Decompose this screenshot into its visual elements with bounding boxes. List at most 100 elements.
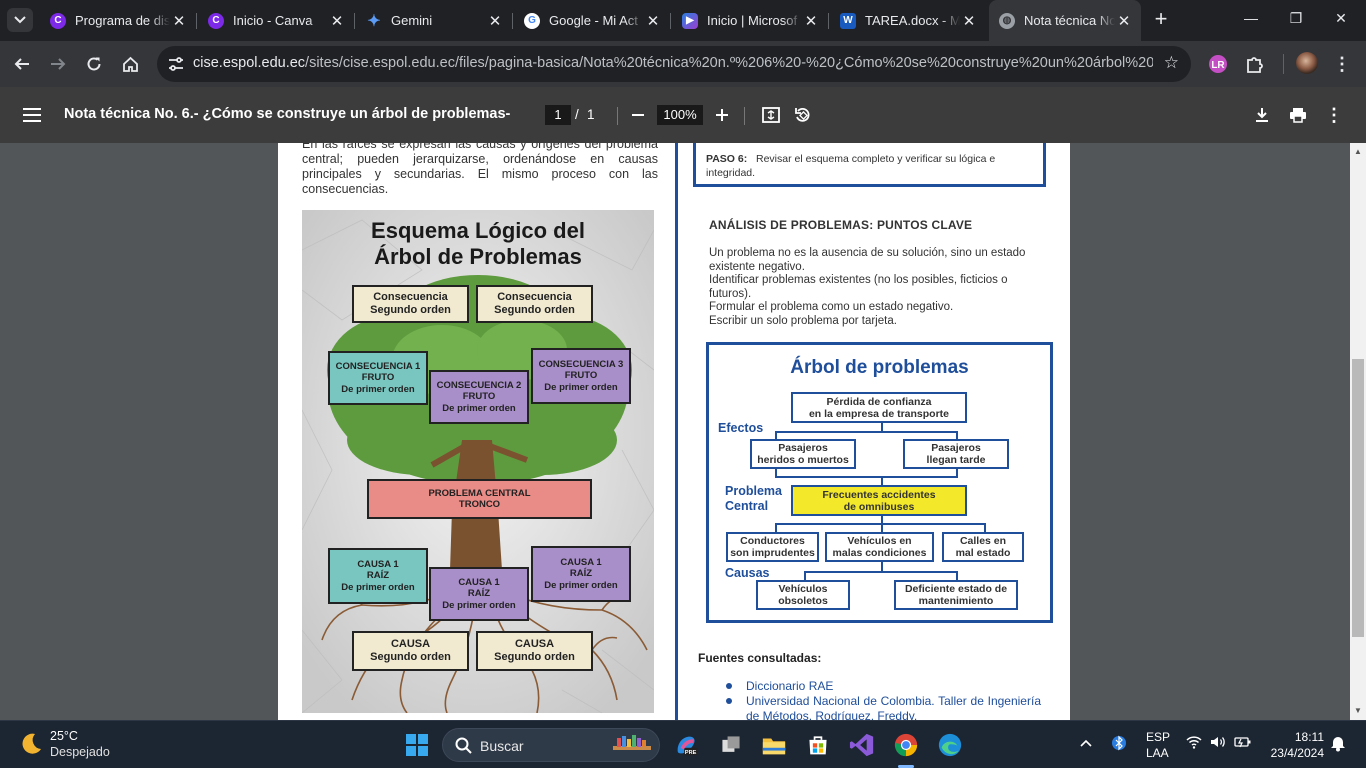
windows-start-icon[interactable] [405,733,429,757]
restore-button[interactable]: ❐ [1286,10,1306,30]
forward-button[interactable] [46,52,70,76]
tab-gemini[interactable]: ✦ Gemini ✕ [356,5,512,36]
reload-icon [87,57,101,71]
tab-separator [828,13,829,29]
fit-page-button[interactable] [760,104,782,126]
show-hidden-icons[interactable] [1080,735,1092,750]
svg-text:PRE: PRE [685,750,697,756]
connector-line [956,571,958,580]
wifi-icon[interactable] [1186,735,1202,752]
battery-icon[interactable] [1234,735,1252,752]
copilot-taskbar-icon[interactable]: PRE [672,731,700,759]
page-separator: / [575,107,579,122]
tab-search-button[interactable] [7,8,33,32]
tab-google-activity[interactable]: G Google - Mi Act ✕ [514,5,670,36]
taskbar: 25°C Despejado Buscar PRE ESP LAA 18:11 … [0,720,1366,768]
volume-icon[interactable] [1210,735,1226,752]
microsoft-store-icon[interactable] [804,731,832,759]
home-icon [122,56,138,72]
vertical-scrollbar[interactable]: ▲ ▼ [1350,143,1366,720]
bookmark-star-icon[interactable]: ☆ [1164,53,1179,73]
tab-word-doc[interactable]: W TAREA.docx - M ✕ [830,5,986,36]
extensions-puzzle-icon[interactable] [1244,53,1266,75]
efecto-perdida-confianza: Pérdida de confianza en la empresa de tr… [791,392,967,423]
infographic-title: Esquema Lógico del Árbol de Problemas [371,218,585,269]
language-indicator[interactable]: ESP LAA [1146,729,1170,761]
reload-button[interactable] [82,52,106,76]
weather-condition[interactable]: Despejado [50,745,110,759]
pdf-toolbar: Nota técnica No. 6.- ¿Cómo se construye … [0,87,1366,143]
page-number-input[interactable]: 1 [545,105,571,125]
tab-separator [354,13,355,29]
close-window-button[interactable]: ✕ [1331,10,1351,30]
bluetooth-icon[interactable] [1112,734,1126,755]
more-menu-icon[interactable]: ⋮ [1330,52,1354,76]
url-text[interactable]: cise.espol.edu.ec/sites/cise.espol.edu.e… [193,55,1153,71]
causa-deficiente-mantenimiento: Deficiente estado de mantenimiento [894,580,1018,610]
system-clock[interactable]: 18:11 23/4/2024 [1268,729,1324,761]
tab-canva-home[interactable]: C Inicio - Canva ✕ [198,5,354,36]
connector-line [775,523,985,525]
address-bar[interactable]: cise.espol.edu.ec/sites/cise.espol.edu.e… [157,46,1191,82]
hamburger-menu-icon[interactable] [22,106,42,124]
label-efectos: Efectos [718,421,764,435]
paso-6-text: PASO 6: Revisar el esquema completo y ve… [706,153,996,179]
scroll-up-arrow[interactable]: ▲ [1354,147,1362,156]
close-icon[interactable]: ✕ [644,12,662,30]
weather-temp[interactable]: 25°C [50,729,78,743]
rotate-button[interactable] [792,104,814,126]
pdf-more-icon[interactable]: ⋮ [1323,104,1345,126]
connector-line [804,571,956,573]
causa-conductores: Conductores son imprudentes [726,532,819,562]
file-explorer-icon[interactable] [760,731,788,759]
chevron-up-icon [1080,739,1092,747]
edge-icon[interactable] [936,731,964,759]
fuentes-title: Fuentes consultadas: [698,651,822,665]
download-button[interactable] [1251,104,1273,126]
intro-paragraph: En las raíces se expresan las causas y o… [302,143,658,196]
close-icon[interactable]: ✕ [170,12,188,30]
close-icon[interactable]: ✕ [960,12,978,30]
search-highlight-books-icon [613,735,651,750]
arrow-left-icon [14,58,29,70]
tab-canva-design[interactable]: C Programa de dis ✕ [40,5,196,36]
connector-line [775,476,958,478]
moon-icon[interactable] [18,731,44,757]
fuente-item[interactable]: Diccionario RAE [746,679,1041,694]
new-tab-button[interactable]: + [1150,8,1172,31]
home-button[interactable] [118,52,142,76]
pdf-page: En las raíces se expresan las causas y o… [278,143,1070,720]
site-settings-icon[interactable] [166,54,186,74]
causa-1-raiz-a: CAUSA 1 RAÍZ De primer orden [328,548,428,604]
printer-icon [1290,108,1306,123]
analisis-point: Identificar problemas existentes (no los… [709,274,1008,300]
chrome-icon[interactable] [892,731,920,759]
minimize-button[interactable]: — [1241,10,1261,30]
connector-line [804,571,806,580]
zoom-input[interactable]: 100% [657,105,703,125]
back-button[interactable] [10,52,34,76]
scroll-down-arrow[interactable]: ▼ [1354,706,1362,715]
zoom-in-button[interactable] [711,104,733,126]
tab-nota-tecnica[interactable]: ◍ Nota técnica No ✕ [989,0,1141,41]
close-icon[interactable]: ✕ [802,12,820,30]
label-causas: Causas [725,566,770,580]
extension-lr-icon[interactable]: LR [1207,53,1229,75]
tab-microsoft[interactable]: ▶ Inicio | Microsof ✕ [672,5,828,36]
notification-bell-icon[interactable] [1330,734,1346,755]
task-view-icon[interactable] [717,731,745,759]
close-icon[interactable]: ✕ [328,12,346,30]
causa-vehiculos-obsoletos: Vehículos obsoletos [756,580,850,610]
visual-studio-icon[interactable] [848,731,876,759]
fuente-item[interactable]: Universidad Nacional de Colombia. Taller… [746,694,1041,720]
scrollbar-thumb[interactable] [1352,359,1364,637]
close-icon[interactable]: ✕ [1115,12,1133,30]
close-icon[interactable]: ✕ [486,12,504,30]
print-button[interactable] [1287,104,1309,126]
zoom-out-button[interactable] [627,104,649,126]
taskbar-search[interactable]: Buscar [442,728,660,762]
profile-avatar[interactable] [1296,52,1318,74]
column-divider [675,143,678,720]
globe-icon: ◍ [999,12,1015,29]
connector-line [956,431,958,439]
